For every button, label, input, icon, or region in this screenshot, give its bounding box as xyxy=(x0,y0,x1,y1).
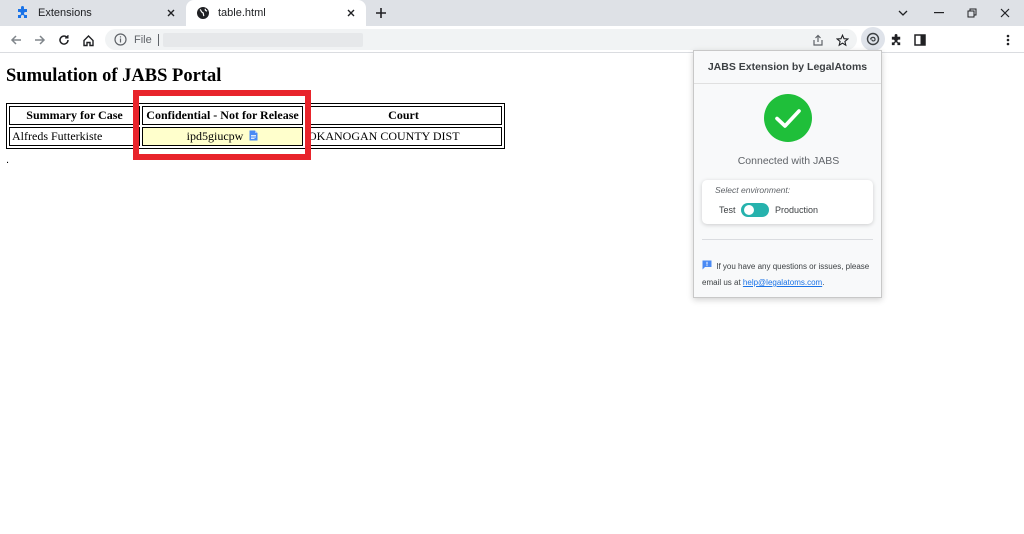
tab-strip: Extensions table.html xyxy=(0,0,1024,26)
header-summary-for-case: Summary for Case xyxy=(9,106,140,125)
tab-title: Extensions xyxy=(38,7,92,19)
toggle-knob xyxy=(744,205,754,215)
puzzle-icon xyxy=(891,33,900,45)
chevron-down-icon xyxy=(898,10,908,16)
trailing-text: . xyxy=(6,154,10,166)
production-option-label: Production xyxy=(775,205,819,215)
popup-divider xyxy=(702,239,873,240)
popup-title: JABS Extension by LegalAtoms xyxy=(694,51,881,84)
check-circle-icon xyxy=(764,94,812,142)
red-highlight-box xyxy=(133,90,311,160)
extension-popup: JABS Extension by LegalAtoms Connected w… xyxy=(693,50,882,298)
help-text: If you have any questions or issues, ple… xyxy=(702,259,878,291)
extensions-button[interactable] xyxy=(886,30,906,50)
minimize-button[interactable] xyxy=(922,0,956,26)
menu-button[interactable] xyxy=(998,30,1018,50)
legalatoms-icon xyxy=(866,32,880,46)
help-email-link[interactable]: help@legalatoms.com xyxy=(743,278,822,287)
bookmark-button[interactable] xyxy=(832,30,852,50)
star-icon xyxy=(835,33,849,46)
file-scheme-label: File xyxy=(134,33,152,46)
url-text[interactable] xyxy=(162,32,363,47)
minimize-icon xyxy=(934,12,944,14)
environment-label: Select environment: xyxy=(715,185,791,195)
restore-icon xyxy=(967,8,977,18)
arrow-left-icon xyxy=(10,35,21,45)
side-panel-button[interactable] xyxy=(910,30,930,50)
kebab-menu-icon xyxy=(1006,34,1010,46)
tab-title: table.html xyxy=(218,7,266,19)
arrow-right-icon xyxy=(35,35,46,45)
court-cell: OKANOGAN COUNTY DIST xyxy=(305,127,502,146)
browser-toolbar: File xyxy=(0,26,1024,53)
test-option-label: Test xyxy=(719,205,736,215)
reload-icon xyxy=(59,35,69,45)
info-icon[interactable] xyxy=(114,32,128,47)
tab-search-button[interactable] xyxy=(886,0,920,26)
address-bar[interactable]: File xyxy=(105,29,857,50)
chat-icon xyxy=(702,260,712,270)
close-icon[interactable] xyxy=(342,4,360,22)
page-title: Sumulation of JABS Portal xyxy=(6,66,222,86)
environment-card: Select environment: Test Production xyxy=(702,180,873,224)
new-tab-button[interactable] xyxy=(372,4,390,22)
tab-table-html[interactable]: table.html xyxy=(186,0,366,26)
address-separator xyxy=(157,33,159,46)
close-icon[interactable] xyxy=(162,4,180,22)
home-icon xyxy=(82,34,94,46)
tab-extensions[interactable]: Extensions xyxy=(6,0,186,26)
close-icon xyxy=(1000,8,1010,18)
globe-icon xyxy=(196,6,210,20)
case-name-cell: Alfreds Futterkiste xyxy=(9,127,140,146)
restore-button[interactable] xyxy=(955,0,989,26)
share-button[interactable] xyxy=(808,30,828,50)
forward-button[interactable] xyxy=(30,30,50,50)
legalatoms-extension-button[interactable] xyxy=(861,27,885,51)
close-window-button[interactable] xyxy=(988,0,1022,26)
side-panel-icon xyxy=(914,34,926,46)
back-button[interactable] xyxy=(6,30,26,50)
connection-status: Connected with JABS xyxy=(737,155,840,167)
share-icon xyxy=(813,34,823,46)
help-suffix: . xyxy=(822,278,825,287)
header-court: Court xyxy=(305,106,502,125)
environment-toggle[interactable] xyxy=(741,203,769,217)
reload-button[interactable] xyxy=(54,30,74,50)
home-button[interactable] xyxy=(78,30,98,50)
puzzle-icon xyxy=(16,6,30,20)
